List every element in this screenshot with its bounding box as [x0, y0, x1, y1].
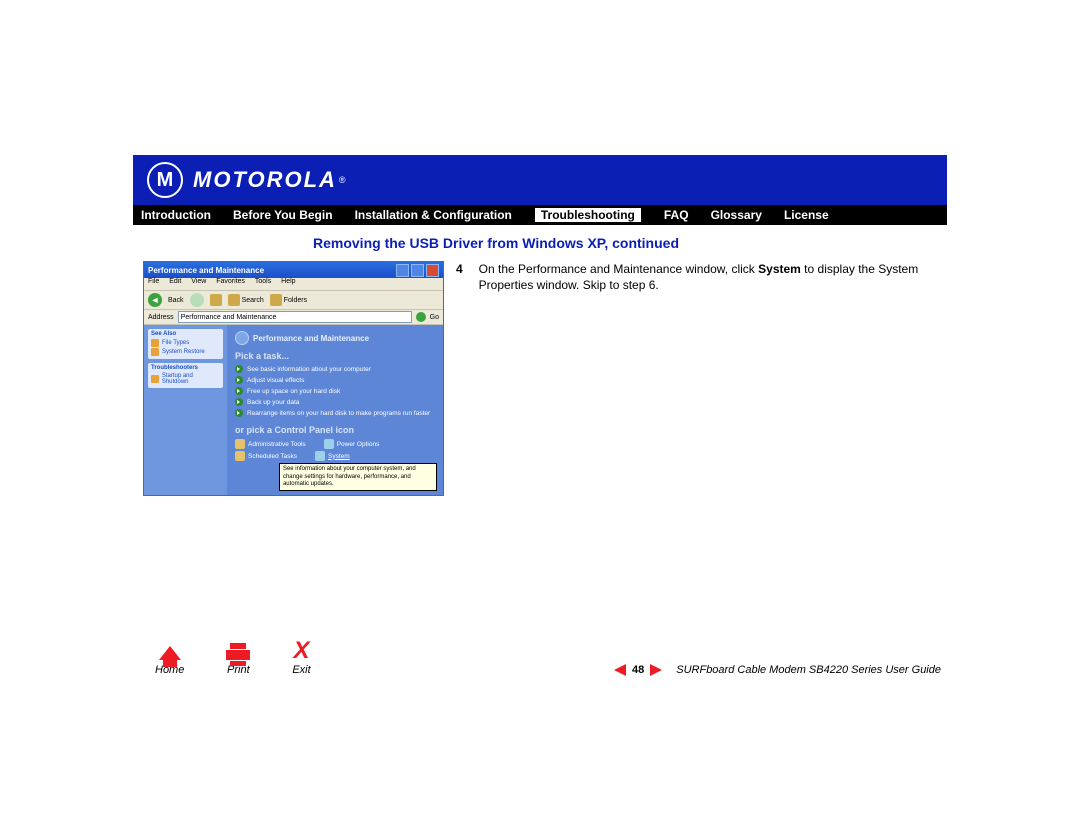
- pager: 48: [614, 664, 662, 676]
- print-icon: [226, 650, 250, 660]
- system-tooltip: See information about your computer syst…: [279, 463, 437, 491]
- side-box-title: See Also: [151, 331, 220, 337]
- minimize-icon: [396, 264, 409, 277]
- folders-icon: [270, 294, 282, 306]
- nav-before-you-begin[interactable]: Before You Begin: [233, 208, 333, 222]
- home-icon: [159, 646, 181, 660]
- arrow-icon: [235, 376, 243, 384]
- arrow-icon: [235, 409, 243, 417]
- nav-troubleshooting[interactable]: Troubleshooting: [534, 207, 642, 223]
- xp-titlebar: Performance and Maintenance: [144, 262, 443, 278]
- cp-item: Administrative Tools: [248, 441, 306, 448]
- menu-edit: Edit: [169, 278, 181, 285]
- up-icon: [210, 294, 222, 306]
- folders-label: Folders: [284, 297, 307, 304]
- brand-name: MOTOROLA: [193, 167, 337, 193]
- system-restore-icon: [151, 348, 159, 356]
- xp-main-panel: Performance and Maintenance Pick a task.…: [227, 325, 443, 495]
- guide-title: SURFboard Cable Modem SB4220 Series User…: [676, 664, 941, 676]
- side-box-title: Troubleshooters: [151, 365, 220, 371]
- go-icon: [416, 312, 426, 322]
- content-area: Removing the USB Driver from Windows XP,…: [133, 225, 947, 496]
- close-icon: [426, 264, 439, 277]
- xp-menubar: File Edit View Favorites Tools Help: [144, 278, 443, 291]
- back-label: Back: [168, 297, 184, 304]
- file-types-icon: [151, 339, 159, 347]
- category-title: Performance and Maintenance: [253, 334, 369, 343]
- category-icon: [235, 331, 249, 345]
- menu-file: File: [148, 278, 159, 285]
- home-button[interactable]: Home: [155, 646, 184, 676]
- menu-help: Help: [281, 278, 295, 285]
- side-troubleshooters: Troubleshooters Startup and Shutdown: [148, 363, 223, 388]
- address-field: Performance and Maintenance: [178, 311, 412, 323]
- nav-installation[interactable]: Installation & Configuration: [355, 208, 512, 222]
- side-item: File Types: [162, 340, 189, 346]
- page-number: 48: [632, 664, 644, 676]
- xp-toolbar: ◄ Back Search Folders: [144, 291, 443, 310]
- step-block: 4 On the Performance and Maintenance win…: [456, 261, 937, 293]
- xp-addressbar: Address Performance and Maintenance Go: [144, 310, 443, 325]
- screenshot-xp-window: Performance and Maintenance File Edit Vi…: [143, 261, 444, 496]
- arrow-icon: [235, 387, 243, 395]
- search-icon: [228, 294, 240, 306]
- nav-glossary[interactable]: Glossary: [711, 208, 762, 222]
- side-item: System Restore: [162, 349, 205, 355]
- print-button[interactable]: Print: [226, 650, 250, 676]
- nav-license[interactable]: License: [784, 208, 829, 222]
- step-text: On the Performance and Maintenance windo…: [479, 261, 937, 293]
- forward-icon: [190, 293, 204, 307]
- cp-item-system: System: [328, 453, 350, 460]
- exit-button[interactable]: X Exit: [292, 643, 310, 676]
- task-item: Rearrange items on your hard disk to mak…: [247, 410, 430, 417]
- task-item: Adjust visual effects: [247, 377, 304, 384]
- xp-window-title: Performance and Maintenance: [148, 266, 264, 275]
- xp-side-panel: See Also File Types System Restore Troub…: [144, 325, 227, 495]
- arrow-icon: [235, 398, 243, 406]
- brand-bar: M MOTOROLA ®: [133, 155, 947, 205]
- menu-tools: Tools: [255, 278, 271, 285]
- cp-item: Scheduled Tasks: [248, 453, 297, 460]
- step-number: 4: [456, 261, 463, 293]
- side-item: Startup and Shutdown: [162, 373, 220, 385]
- cp-item: Power Options: [337, 441, 380, 448]
- registered-mark: ®: [339, 175, 346, 185]
- task-item: Back up your data: [247, 399, 299, 406]
- pick-cp-label: or pick a Control Panel icon: [235, 425, 435, 435]
- menu-favorites: Favorites: [216, 278, 245, 285]
- side-see-also: See Also File Types System Restore: [148, 329, 223, 359]
- nav-faq[interactable]: FAQ: [664, 208, 689, 222]
- exit-label: Exit: [292, 664, 310, 676]
- admin-tools-icon: [235, 439, 245, 449]
- search-label: Search: [242, 297, 264, 304]
- motorola-logo-icon: M: [147, 162, 183, 198]
- go-label: Go: [430, 314, 439, 321]
- maximize-icon: [411, 264, 424, 277]
- exit-icon: X: [294, 643, 310, 660]
- address-label: Address: [148, 314, 174, 321]
- task-item: See basic information about your compute…: [247, 366, 371, 373]
- back-icon: ◄: [148, 293, 162, 307]
- pick-a-task-label: Pick a task...: [235, 351, 435, 361]
- arrow-icon: [235, 365, 243, 373]
- scheduled-tasks-icon: [235, 451, 245, 461]
- page-footer: Home Print X Exit 48 SURFboard Cable Mod…: [133, 643, 947, 680]
- nav-introduction[interactable]: Introduction: [141, 208, 211, 222]
- prev-page-button[interactable]: [614, 664, 626, 676]
- logo-letter: M: [157, 170, 174, 190]
- power-options-icon: [324, 439, 334, 449]
- system-icon: [315, 451, 325, 461]
- task-item: Free up space on your hard disk: [247, 388, 340, 395]
- startup-icon: [151, 375, 159, 383]
- section-title: Removing the USB Driver from Windows XP,…: [313, 235, 937, 251]
- document-page: M MOTOROLA ® Introduction Before You Beg…: [133, 155, 947, 680]
- next-page-button[interactable]: [650, 664, 662, 676]
- nav-bar: Introduction Before You Begin Installati…: [133, 205, 947, 225]
- menu-view: View: [191, 278, 206, 285]
